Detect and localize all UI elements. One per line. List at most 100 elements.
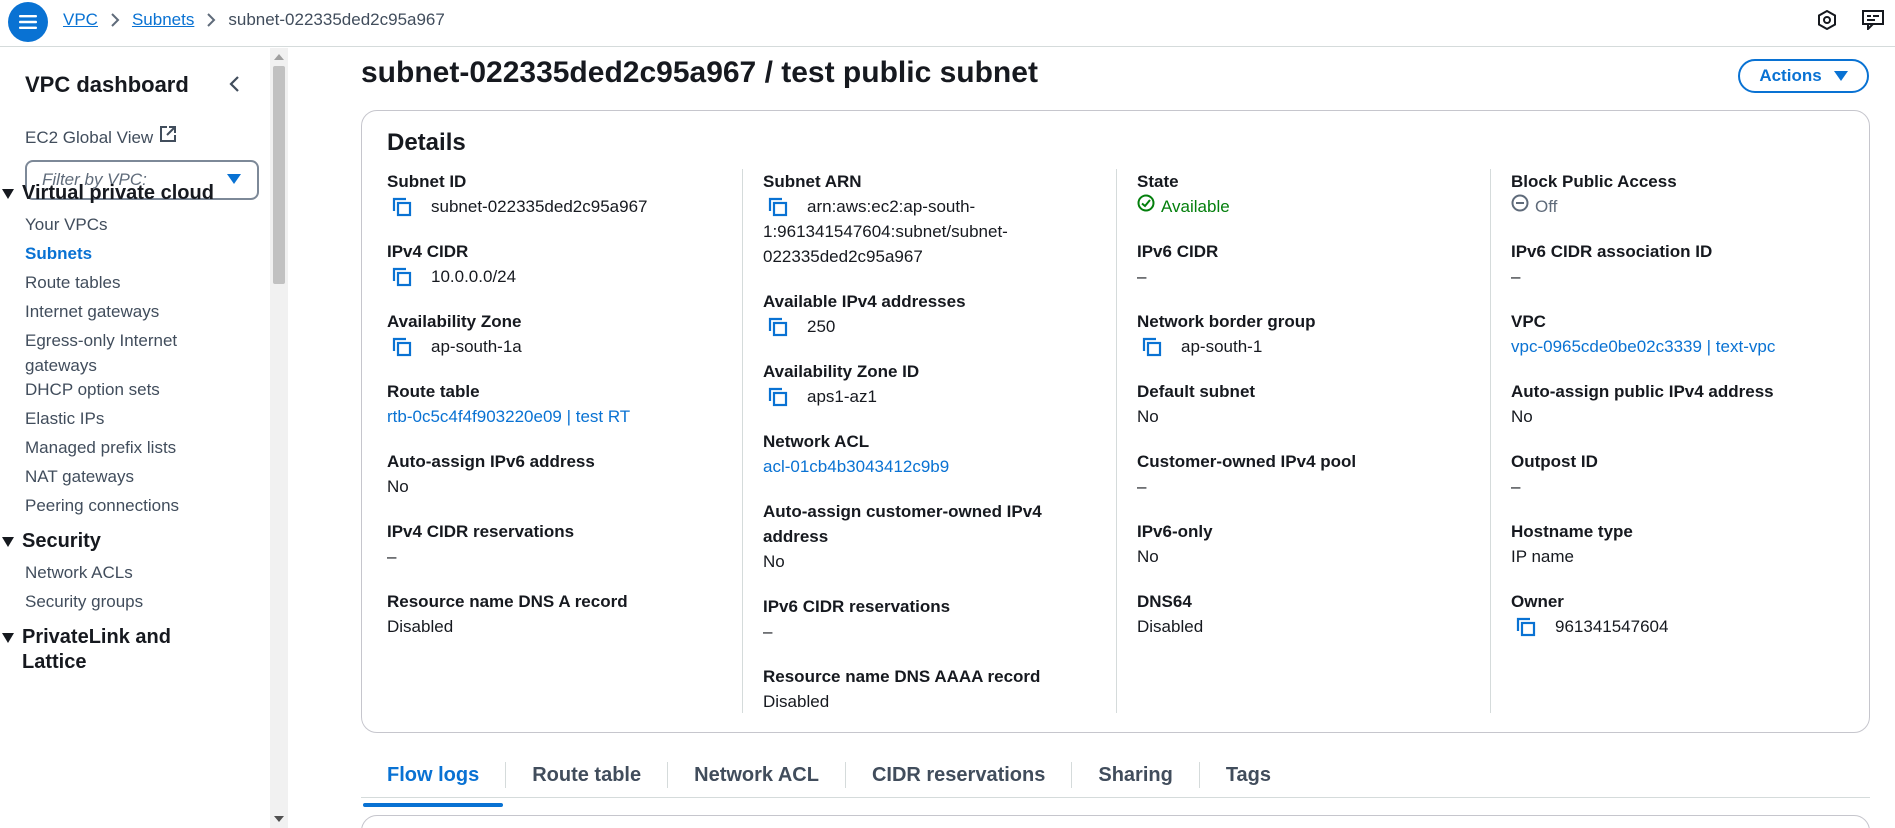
field-value: 250 xyxy=(807,317,836,336)
section-privatelink-lattice[interactable]: PrivateLink and Lattice xyxy=(2,625,171,675)
menu-icon[interactable] xyxy=(8,2,48,42)
tab-route-table[interactable]: Route table xyxy=(505,761,667,788)
sidebar-title[interactable]: VPC dashboard xyxy=(25,72,189,98)
field-auto-assign-ipv6: Auto-assign IPv6 address No xyxy=(387,449,717,499)
field-value-line3: 022335ded2c95a967 xyxy=(763,247,923,266)
field-resource-dns-aaaa: Resource name DNS AAAA record Disabled xyxy=(763,664,1093,714)
field-ipv6-cidr: IPv6 CIDR – xyxy=(1137,239,1467,289)
copy-icon[interactable] xyxy=(1141,336,1163,358)
sidebar-item-peering-connections[interactable]: Peering connections xyxy=(25,493,179,518)
status-check-icon xyxy=(1137,194,1155,219)
caret-down-icon xyxy=(2,189,14,199)
network-acl-link[interactable]: acl-01cb4b3043412c9b9 xyxy=(763,454,1093,479)
breadcrumb-subnets-link[interactable]: Subnets xyxy=(132,10,194,30)
field-label: Owner xyxy=(1511,592,1564,611)
field-az-id: Availability Zone ID aps1-az1 xyxy=(763,359,1093,409)
sidebar-item-nat-gateways[interactable]: NAT gateways xyxy=(25,464,134,489)
sidebar-item-internet-gateways[interactable]: Internet gateways xyxy=(25,299,159,324)
route-table-link[interactable]: rtb-0c5c4f4f903220e09 | test RT xyxy=(387,404,717,429)
actions-button[interactable]: Actions xyxy=(1738,59,1869,93)
field-label: Availability Zone ID xyxy=(763,362,920,381)
vpc-link[interactable]: vpc-0965cde0be02c3339 | text-vpc xyxy=(1511,334,1841,359)
field-value: IP name xyxy=(1511,547,1575,566)
copy-icon[interactable] xyxy=(767,386,789,408)
field-label: Subnet ID xyxy=(387,172,467,191)
caret-down-icon xyxy=(2,537,14,547)
copy-icon[interactable] xyxy=(767,316,789,338)
field-label: Auto-assign IPv6 address xyxy=(387,452,595,471)
details-container: Details Subnet ID subnet-022335ded2c95a9… xyxy=(361,110,1870,733)
field-subnet-id: Subnet ID subnet-022335ded2c95a967 xyxy=(387,169,717,219)
field-label: Network ACL xyxy=(763,432,870,451)
status-off-icon xyxy=(1511,194,1529,219)
field-label: Available IPv4 addresses xyxy=(763,292,966,311)
caret-down-icon xyxy=(2,633,14,643)
field-value-line2: 1:961341547604:subnet/subnet- xyxy=(763,222,1008,241)
sidebar-item-managed-prefix-lists[interactable]: Managed prefix lists xyxy=(25,435,176,460)
chevron-left-icon[interactable] xyxy=(222,72,246,96)
tab-cidr-reservations[interactable]: CIDR reservations xyxy=(844,761,1071,788)
sidebar-item-route-tables[interactable]: Route tables xyxy=(25,270,120,295)
sidebar-scrollbar[interactable] xyxy=(270,48,288,828)
sidebar-item-your-vpcs[interactable]: Your VPCs xyxy=(25,212,108,237)
details-column-2: Subnet ARN arn:aws:ec2:ap-south- 1:96134… xyxy=(742,169,1116,713)
sidebar-item-dhcp-option-sets[interactable]: DHCP option sets xyxy=(25,377,160,402)
sidebar-item-elastic-ips[interactable]: Elastic IPs xyxy=(25,406,104,431)
breadcrumb: VPC Subnets subnet-022335ded2c95a967 xyxy=(63,10,445,30)
settings-icon[interactable] xyxy=(1815,8,1839,32)
sidebar-item-label: EC2 Global View xyxy=(25,128,154,147)
field-value: – xyxy=(1137,477,1147,496)
field-value: Disabled xyxy=(1137,617,1204,636)
field-value: – xyxy=(1137,267,1147,286)
field-value: – xyxy=(387,547,397,566)
field-auto-assign-customer-ipv4: Auto-assign customer-owned IPv4 address … xyxy=(763,499,1093,574)
field-label: Subnet ARN xyxy=(763,172,862,191)
copy-icon[interactable] xyxy=(1515,616,1537,638)
section-security[interactable]: Security xyxy=(2,529,101,554)
details-column-3: State Available IPv6 CIDR – Network bord… xyxy=(1116,169,1490,713)
scroll-up-arrow-icon[interactable] xyxy=(274,54,284,60)
scrollbar-thumb[interactable] xyxy=(273,66,285,284)
section-virtual-private-cloud[interactable]: Virtual private cloud xyxy=(2,181,214,206)
field-label: Default subnet xyxy=(1137,382,1256,401)
field-value: No xyxy=(1511,407,1533,426)
field-value: No xyxy=(1137,407,1159,426)
tab-flow-logs[interactable]: Flow logs xyxy=(361,762,505,807)
sidebar-item-subnets[interactable]: Subnets xyxy=(25,241,92,266)
field-label: Network border group xyxy=(1137,312,1316,331)
feedback-icon[interactable] xyxy=(1861,8,1885,32)
tab-network-acl[interactable]: Network ACL xyxy=(667,761,845,788)
field-value: Disabled xyxy=(763,692,830,711)
status-badge: Off xyxy=(1535,197,1558,216)
field-label: IPv6 CIDR reservations xyxy=(763,597,951,616)
sidebar-item-security-groups[interactable]: Security groups xyxy=(25,589,143,614)
copy-icon[interactable] xyxy=(391,266,413,288)
sidebar-item-egress-only-gateways[interactable]: Egress-only Internet xyxy=(25,328,177,353)
field-customer-owned-pool: Customer-owned IPv4 pool – xyxy=(1137,449,1467,499)
field-value: 10.0.0.0/24 xyxy=(431,267,517,286)
field-ipv6-only: IPv6-only No xyxy=(1137,519,1467,569)
field-label: Resource name DNS AAAA record xyxy=(763,667,1041,686)
sidebar-item-network-acls[interactable]: Network ACLs xyxy=(25,560,133,585)
section-label: Security xyxy=(22,530,101,552)
chevron-right-icon xyxy=(206,13,216,27)
field-available-ipv4: Available IPv4 addresses 250 xyxy=(763,289,1093,339)
sidebar-item-egress-only-gateways-line2[interactable]: gateways xyxy=(25,353,97,378)
field-block-public-access: Block Public Access Off xyxy=(1511,169,1841,219)
tab-sharing[interactable]: Sharing xyxy=(1071,761,1198,788)
field-value: No xyxy=(1137,547,1159,566)
details-column-4: Block Public Access Off IPv6 CIDR associ… xyxy=(1490,169,1864,713)
field-outpost-id: Outpost ID – xyxy=(1511,449,1841,499)
copy-icon[interactable] xyxy=(391,336,413,358)
field-label: State xyxy=(1137,172,1179,191)
sidebar-item-ec2-global-view[interactable]: EC2 Global View xyxy=(25,125,177,150)
field-label-line2: address xyxy=(763,527,829,546)
breadcrumb-vpc-link[interactable]: VPC xyxy=(63,10,98,30)
scroll-down-arrow-icon[interactable] xyxy=(274,816,284,822)
tab-tags[interactable]: Tags xyxy=(1198,761,1297,788)
field-label: Route table xyxy=(387,382,480,401)
field-value: ap-south-1 xyxy=(1181,337,1263,356)
field-label: IPv6 CIDR xyxy=(1137,242,1219,261)
copy-icon[interactable] xyxy=(391,196,413,218)
copy-icon[interactable] xyxy=(767,196,789,218)
